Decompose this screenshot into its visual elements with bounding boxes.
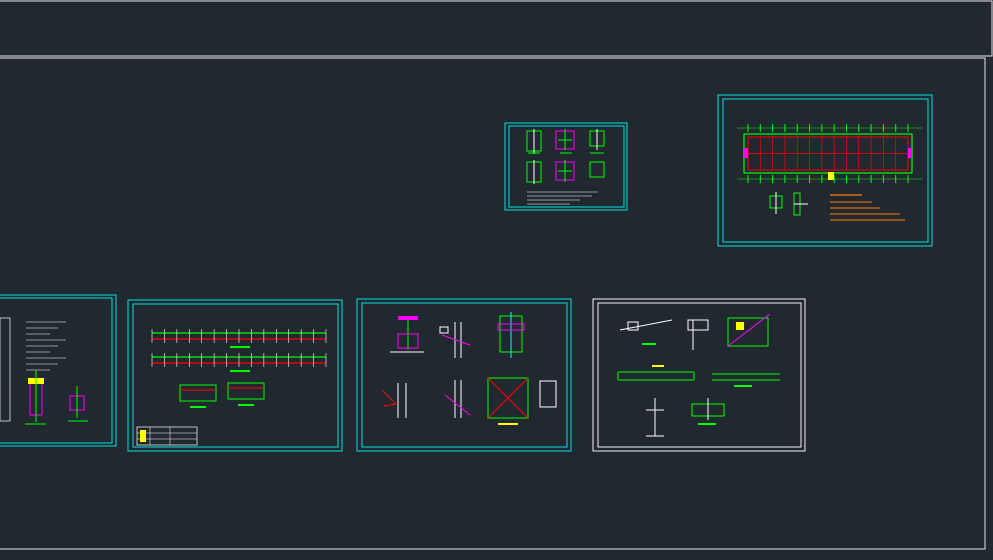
top-strip-border	[0, 0, 993, 57]
sheet-connection-details[interactable]	[356, 298, 572, 452]
connection-details-graphics	[381, 312, 557, 425]
truss-details-graphics	[617, 313, 780, 437]
sheet-general-notes[interactable]	[0, 294, 117, 447]
cad-drawing-canvas[interactable]	[0, 0, 993, 560]
sheet-node-details-small[interactable]	[504, 122, 628, 211]
node-detail-graphics	[526, 129, 605, 205]
roof-plan-graphics	[737, 124, 922, 221]
sheet-purlin-layout[interactable]	[127, 299, 343, 452]
general-notes-graphics	[0, 317, 88, 425]
sheet-roof-plan[interactable]	[717, 94, 933, 247]
sheet-truss-details[interactable]	[592, 298, 806, 452]
purlin-layout-graphics	[136, 329, 327, 446]
